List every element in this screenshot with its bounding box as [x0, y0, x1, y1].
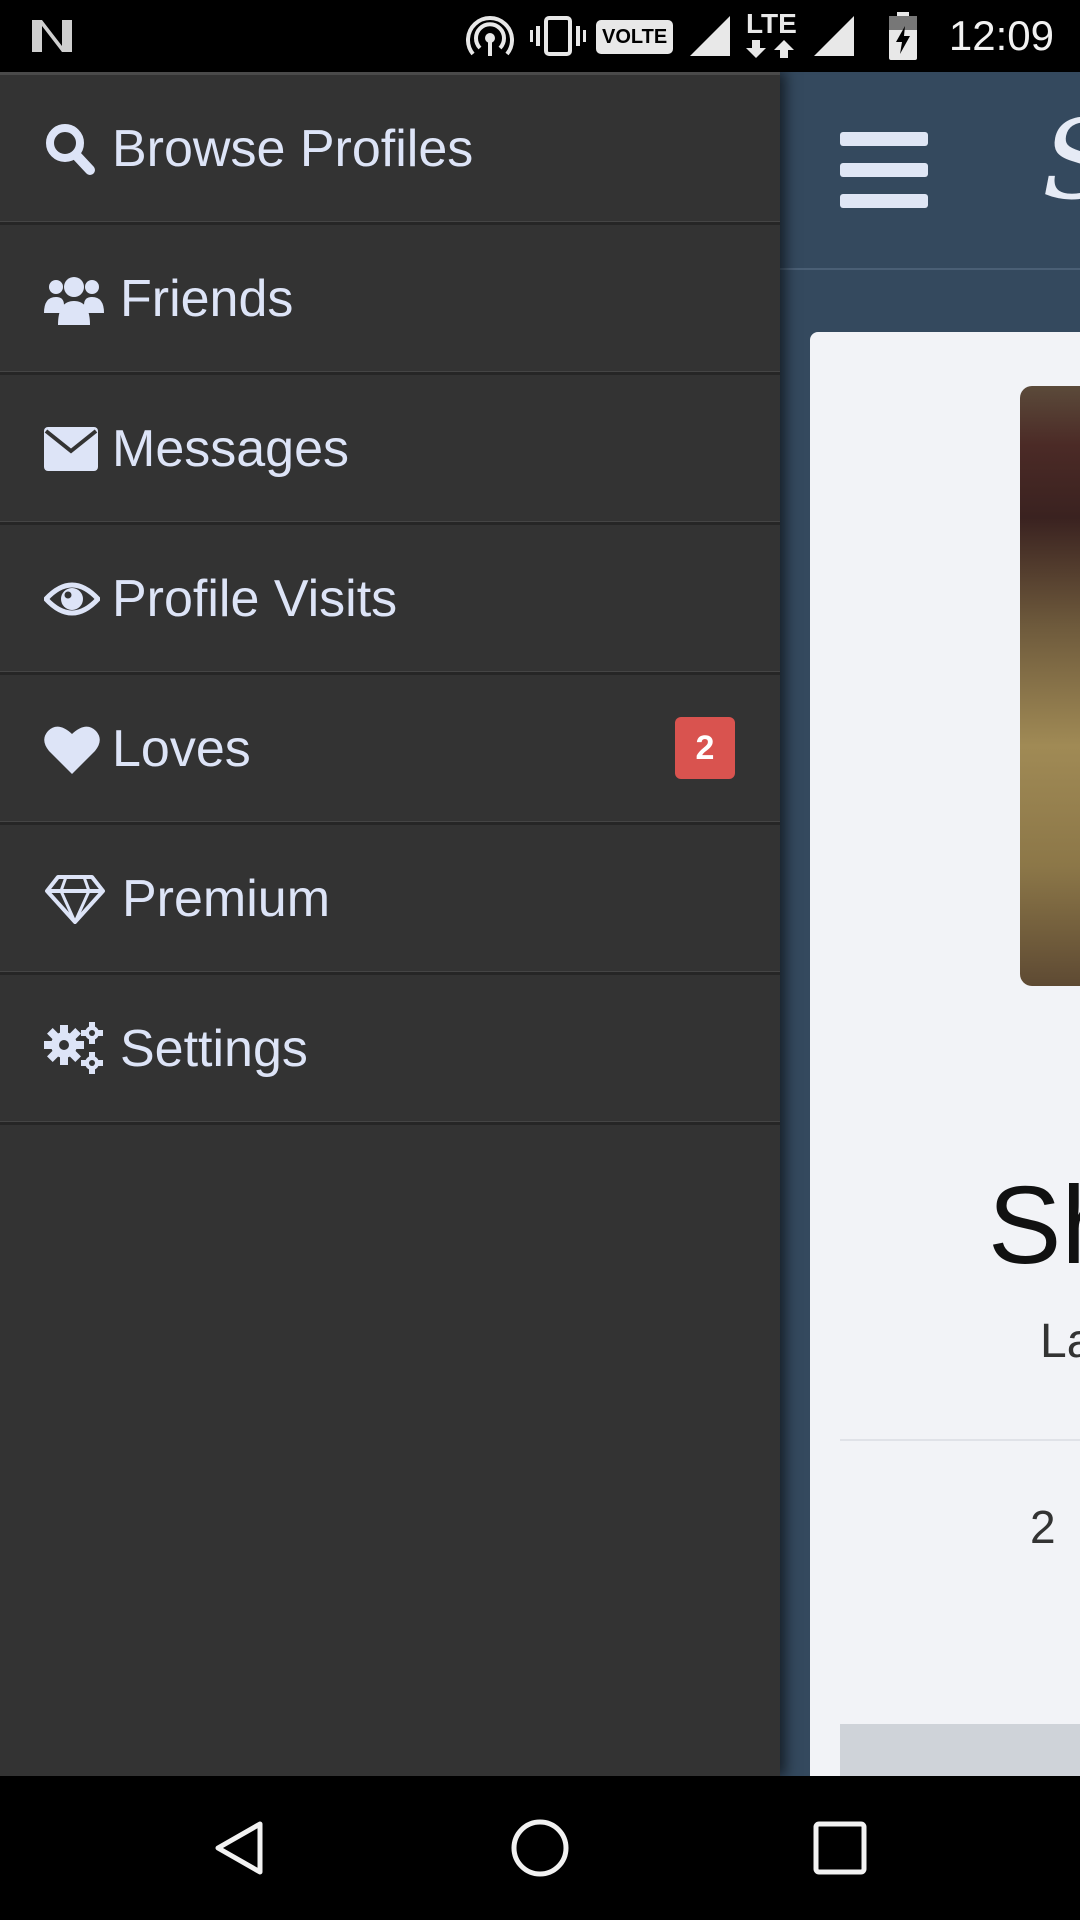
drawer-item-loves[interactable]: Loves 2 — [0, 675, 780, 825]
drawer-item-label: Messages — [112, 419, 349, 478]
drawer-item-label: Premium — [122, 869, 331, 928]
profile-card: Sh La 2 — [810, 332, 1080, 1776]
drawer-item-premium[interactable]: Premium — [0, 825, 780, 975]
divider — [840, 1439, 1080, 1441]
home-icon[interactable] — [510, 1818, 570, 1878]
hamburger-menu-icon[interactable] — [840, 132, 928, 208]
profile-name: Sh — [988, 1164, 1080, 1287]
profile-photo[interactable] — [1020, 386, 1080, 986]
hotspot-icon — [466, 16, 514, 56]
notification-n-icon — [32, 20, 72, 52]
eye-icon — [44, 569, 104, 629]
status-bar: VOLTE LTE 12:09 — [0, 0, 1080, 72]
lte-icon: LTE — [746, 10, 797, 60]
recents-icon[interactable] — [810, 1818, 870, 1878]
envelope-icon — [44, 419, 104, 479]
search-icon — [44, 119, 104, 179]
back-icon[interactable] — [210, 1818, 270, 1878]
lte-label: LTE — [746, 8, 797, 39]
drawer-item-label: Loves — [112, 719, 251, 778]
clock: 12:09 — [948, 12, 1054, 59]
loves-count-badge: 2 — [675, 717, 735, 779]
signal-icon — [690, 16, 730, 56]
drawer-item-label: Settings — [120, 1019, 308, 1078]
gears-icon — [44, 1019, 112, 1079]
profile-location: La — [1040, 1315, 1080, 1368]
drawer-item-label: Profile Visits — [112, 569, 398, 628]
drawer-item-browse-profiles[interactable]: Browse Profiles — [0, 75, 780, 225]
heart-icon — [44, 719, 104, 779]
profile-stat: 2 — [1030, 1501, 1056, 1553]
diamond-icon — [44, 869, 114, 929]
signal-icon-2 — [814, 16, 854, 56]
users-icon — [44, 269, 112, 329]
battery-charging-icon — [889, 12, 917, 60]
drawer-item-settings[interactable]: Settings — [0, 975, 780, 1125]
drawer-item-label: Friends — [120, 269, 294, 328]
app-background: S Sh La 2 — [780, 72, 1080, 1776]
profile-action-button[interactable] — [840, 1724, 1080, 1776]
app-header: S — [780, 72, 1080, 270]
system-nav-bar — [0, 1776, 1080, 1920]
drawer-item-label: Browse Profiles — [112, 119, 474, 178]
data-arrows-icon — [746, 40, 794, 58]
app-logo: S — [1042, 100, 1080, 220]
vibrate-icon — [530, 16, 586, 56]
volte-icon: VOLTE — [596, 20, 674, 54]
drawer-item-profile-visits[interactable]: Profile Visits — [0, 525, 780, 675]
navigation-drawer: Browse Profiles Friends Messages Profile… — [0, 72, 780, 1776]
drawer-item-friends[interactable]: Friends — [0, 225, 780, 375]
drawer-item-messages[interactable]: Messages — [0, 375, 780, 525]
